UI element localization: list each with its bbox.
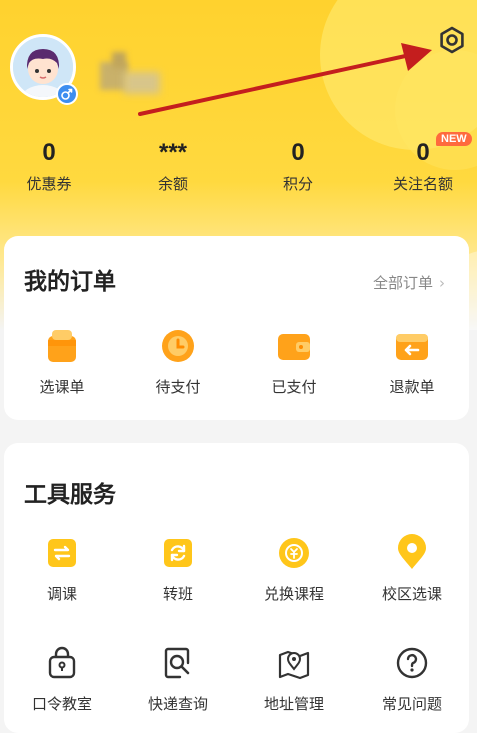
refund-icon xyxy=(392,326,432,366)
stats-row: 0 优惠券 *** 余额 0 积分 0 关注名额 xyxy=(0,138,477,198)
stat-value: *** xyxy=(158,139,188,166)
order-item-label: 待支付 xyxy=(155,378,201,396)
male-icon xyxy=(56,83,78,105)
order-item-pending[interactable]: 待支付 xyxy=(128,326,228,397)
stat-value: 0 xyxy=(42,139,56,166)
stat-follow-quota[interactable]: 0 关注名额 xyxy=(368,138,477,194)
view-all-label: 全部订单 xyxy=(372,274,433,292)
question-icon xyxy=(392,643,432,683)
search-package-icon xyxy=(158,643,198,683)
tool-item-label: 调课 xyxy=(46,585,77,603)
tool-item-faq[interactable]: 常见问题 xyxy=(362,643,462,714)
settings-button[interactable] xyxy=(436,24,468,56)
clock-icon xyxy=(158,326,198,366)
order-item-paid[interactable]: 已支付 xyxy=(244,326,344,397)
tool-item-transfer-class[interactable]: 转班 xyxy=(128,533,228,604)
lock-icon xyxy=(42,643,82,683)
stat-balance[interactable]: *** 余额 xyxy=(118,138,228,194)
tool-item-label: 常见问题 xyxy=(381,695,442,713)
tool-item-label: 兑换课程 xyxy=(263,585,324,603)
orders-card: 我的订单 全部订单 › 选课单 待支付 已支付 退款单 xyxy=(4,236,469,420)
stat-label: 积分 xyxy=(282,175,313,193)
redeem-icon xyxy=(274,533,314,573)
tool-item-redeem-course[interactable]: 兑换课程 xyxy=(244,533,344,604)
stat-points[interactable]: 0 积分 xyxy=(243,138,353,194)
location-pin-icon xyxy=(392,533,432,573)
stat-label: 余额 xyxy=(157,175,188,193)
shopping-bag-icon xyxy=(42,326,82,366)
order-item-label: 已支付 xyxy=(271,378,317,396)
stat-coupons[interactable]: 0 优惠券 xyxy=(0,138,104,194)
tools-title: 工具服务 xyxy=(24,482,116,508)
username-blurred xyxy=(96,52,186,96)
order-item-refund[interactable]: 退款单 xyxy=(362,326,462,397)
chevron-right-icon: › xyxy=(439,274,445,292)
order-item-label: 选课单 xyxy=(39,378,85,396)
stat-label: 优惠券 xyxy=(26,175,72,193)
new-badge: NEW xyxy=(436,132,472,146)
refresh-icon xyxy=(158,533,198,573)
map-icon xyxy=(274,643,314,683)
order-item-cart[interactable]: 选课单 xyxy=(12,326,112,397)
tool-item-label: 转班 xyxy=(162,585,193,603)
tools-card: 工具服务 调课 转班 兑换课程 校区选课 口令教室 快递查询 地址管理 常见问题 xyxy=(4,443,469,733)
orders-title: 我的订单 xyxy=(24,269,116,295)
stat-value: 0 xyxy=(291,139,305,166)
stat-label: 关注名额 xyxy=(392,175,453,193)
view-all-orders-link[interactable]: 全部订单 › xyxy=(373,272,445,293)
tool-item-password-classroom[interactable]: 口令教室 xyxy=(12,643,112,714)
order-item-label: 退款单 xyxy=(389,378,435,396)
tool-item-label: 校区选课 xyxy=(381,585,442,603)
tool-item-express-query[interactable]: 快递查询 xyxy=(128,643,228,714)
tool-item-address-manage[interactable]: 地址管理 xyxy=(244,643,344,714)
tool-item-label: 口令教室 xyxy=(31,695,92,713)
gear-icon xyxy=(440,26,464,54)
tool-item-label: 地址管理 xyxy=(263,695,324,713)
tool-item-label: 快递查询 xyxy=(147,695,208,713)
tool-item-campus-select[interactable]: 校区选课 xyxy=(362,533,462,604)
swap-icon xyxy=(42,533,82,573)
wallet-icon xyxy=(274,326,314,366)
tool-item-reschedule[interactable]: 调课 xyxy=(12,533,112,604)
